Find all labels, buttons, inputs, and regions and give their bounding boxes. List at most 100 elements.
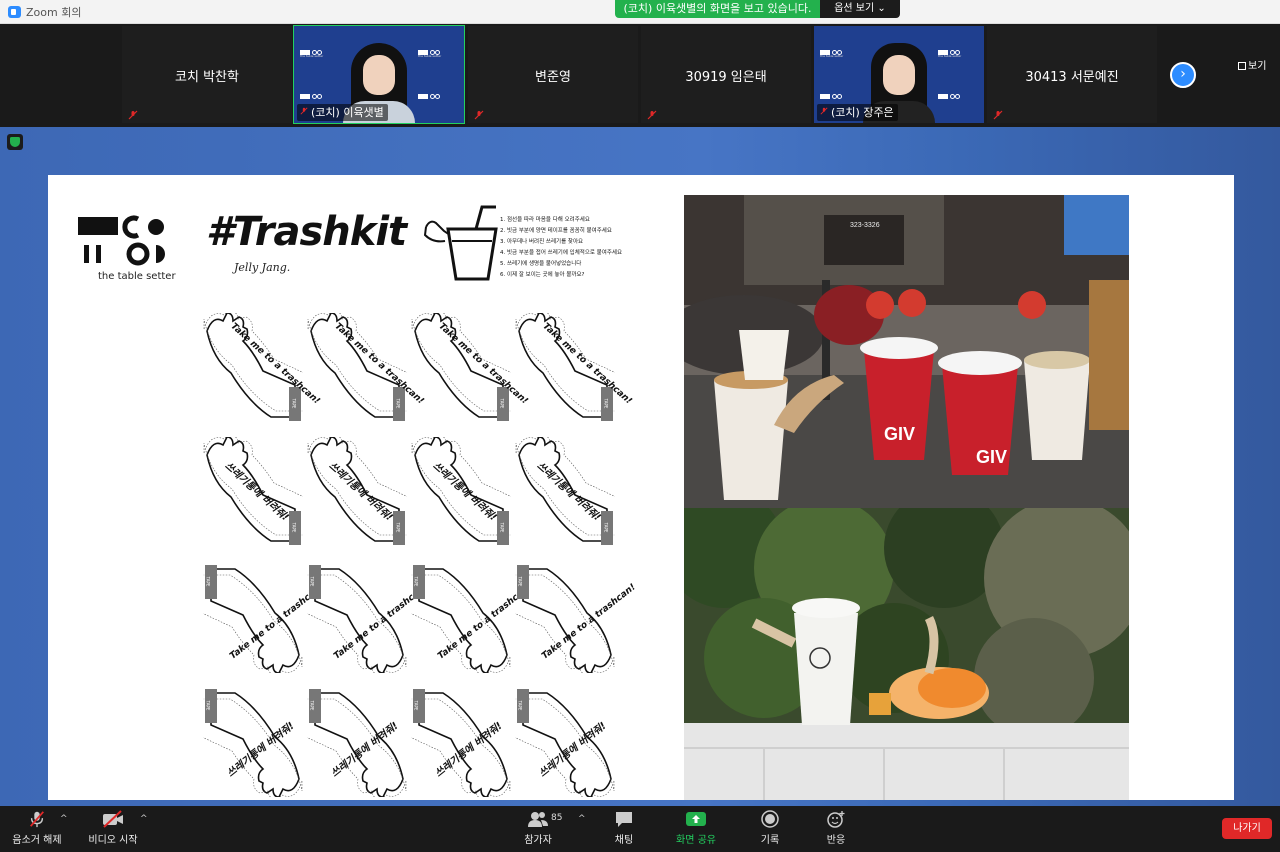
participant-name: 변준영 <box>535 70 571 85</box>
zoom-window: { "window": {"title": "Zoom 회의"}, "banne… <box>0 0 1280 852</box>
tape-label: TAPE <box>291 522 297 533</box>
hand-sticker: Take me to a trashcan! TAPE <box>305 561 430 676</box>
video-options-caret[interactable]: ^ <box>140 814 148 824</box>
start-video-label: 비디오 시작 <box>88 835 138 846</box>
instruction-step: 2. 빗금 부분에 양면 테이프를 꼼꼼히 붙여주세요 <box>500 228 612 234</box>
hand-sticker: 쓰레기통에 버려줘! TAPE <box>513 685 615 800</box>
chat-button[interactable]: 채팅 <box>610 810 638 846</box>
reactions-button[interactable]: 반응 <box>822 810 850 846</box>
tape-label: TAPE <box>499 398 505 409</box>
participant-tile[interactable]: 30919 임은태 <box>641 26 811 123</box>
photo-text: GIV <box>976 447 1007 467</box>
backdrop-logo <box>418 84 460 104</box>
hand-sticker: 쓰레기통에 버려줘! TAPE <box>307 434 409 549</box>
tape-label: TAPE <box>517 576 523 587</box>
tape-label: TAPE <box>603 398 609 409</box>
participants-options-caret[interactable]: ^ <box>578 814 586 824</box>
instruction-step: 6. 이제 잘 보이는 곳에 놓아 볼까요? <box>500 272 585 278</box>
share-screen-button[interactable]: 화면 공유 <box>674 810 718 846</box>
video-off-icon <box>103 810 123 828</box>
muted-mic-icon <box>300 107 308 115</box>
hand-sticker: Take me to a trashcan! TAPE <box>513 561 638 676</box>
tape-label: TAPE <box>291 398 297 409</box>
participant-name: 코치 박찬학 <box>175 70 239 85</box>
tape-label: TAPE <box>205 576 211 587</box>
hand-sticker: 쓰레기통에 버려줘! TAPE <box>409 685 511 800</box>
participant-tile[interactable]: 코치 박찬학 <box>122 26 292 123</box>
hand-outline-icon <box>305 689 407 800</box>
hand-sticker: Take me to a trashcan! TAPE <box>515 310 633 425</box>
record-label: 기록 <box>760 835 780 846</box>
participant-name-label: (코치) 이육샛별 <box>297 104 388 121</box>
participant-count: 85 <box>551 813 563 823</box>
participant-name: 30919 임은태 <box>685 70 767 85</box>
cup-with-hand-icon <box>424 205 498 281</box>
photo-text: 323-3326 <box>850 222 880 229</box>
instruction-step: 4. 빗금 부분을 접어 쓰레기에 입체적으로 붙여주세요 <box>500 250 622 256</box>
tape-label: TAPE <box>413 700 419 711</box>
tape-label: TAPE <box>205 700 211 711</box>
title-bar: Zoom 회의 (코치) 이육샛별의 화면을 보고 있습니다. 옵션 보기 ⌄ <box>0 0 1280 24</box>
participant-name: 30413 서문예진 <box>1025 70 1119 85</box>
hand-sticker: 쓰레기통에 버려줘! TAPE <box>411 434 513 549</box>
chat-label: 채팅 <box>614 835 634 846</box>
tape-label: TAPE <box>413 576 419 587</box>
muted-mic-icon <box>993 110 1003 120</box>
instructions-list: 1. 점선을 따라 마음을 다해 오려주세요 2. 빗금 부분에 양면 테이프를… <box>500 215 622 281</box>
participants-icon <box>528 812 548 827</box>
brand-caption: the table setter <box>98 271 176 282</box>
hand-sticker: Take me to a trashcan! TAPE <box>411 310 529 425</box>
shield-icon[interactable] <box>7 134 23 150</box>
tape-label: TAPE <box>395 398 401 409</box>
tape-label: TAPE <box>517 700 523 711</box>
hand-sticker: Take me to a trashcan! TAPE <box>409 561 534 676</box>
record-icon <box>761 810 779 828</box>
view-options-button[interactable]: 옵션 보기 ⌄ <box>820 0 900 18</box>
sticker-sheet: Take me to a trashcan! TAPE Take me to a t… <box>201 310 638 800</box>
screen-share-banner: (코치) 이육샛별의 화면을 보고 있습니다. <box>615 0 820 18</box>
leave-meeting-button[interactable]: 나가기 <box>1222 818 1272 839</box>
slide-author: Jelly Jang. <box>234 261 291 274</box>
emoji-icon <box>827 811 845 828</box>
muted-mic-icon <box>128 110 138 120</box>
slide-title: #Trashkit <box>206 209 407 255</box>
audio-options-caret[interactable]: ^ <box>60 814 68 824</box>
shared-slide: the table setter #Trashkit Jelly Jang. 1… <box>48 175 1234 800</box>
participants-label: 참가자 <box>524 835 552 846</box>
chevron-right-icon: › <box>1180 66 1186 82</box>
hand-sticker: 쓰레기통에 버려줘! TAPE <box>515 434 617 549</box>
participant-tile[interactable]: 변준영 <box>468 26 638 123</box>
reactions-label: 반응 <box>826 835 846 846</box>
instruction-step: 3. 아무데나 버려진 쓰레기를 찾아요 <box>500 239 584 245</box>
share-screen-label: 화면 공유 <box>676 835 716 846</box>
backdrop-logo: the table setter <box>938 40 980 60</box>
unmute-label: 음소거 해제 <box>12 835 62 846</box>
record-button[interactable]: 기록 <box>756 810 784 846</box>
zoom-logo-icon <box>8 6 21 18</box>
tape-label: TAPE <box>309 700 315 711</box>
backdrop-logo <box>300 84 342 104</box>
participant-tile[interactable]: 30413 서문예진 <box>987 26 1157 123</box>
grid-view-icon <box>1238 62 1246 70</box>
shared-screen: the table setter #Trashkit Jelly Jang. 1… <box>0 127 1280 806</box>
backdrop-logo: the table setter <box>418 40 460 60</box>
hand-outline-icon <box>409 689 511 800</box>
hand-sticker: 쓰레기통에 버려줘! TAPE <box>203 434 305 549</box>
tape-label: TAPE <box>499 522 505 533</box>
participant-video-tile[interactable]: the table setter the table setter (코치) 장… <box>814 26 984 123</box>
participant-name-label: (코치) 장주은 <box>817 104 898 121</box>
participant-video-tile[interactable]: the table setter the table setter (코치) 이… <box>293 25 465 124</box>
unmute-button[interactable]: 음소거 해제 <box>10 810 64 846</box>
start-video-button[interactable]: 비디오 시작 <box>86 810 140 846</box>
muted-mic-icon <box>647 110 657 120</box>
next-page-button[interactable]: › <box>1170 62 1196 88</box>
participant-gallery: 코치 박찬학 the table setter the table setter… <box>0 24 1280 126</box>
view-button[interactable]: 보기 <box>1238 57 1266 72</box>
window-title: Zoom 회의 <box>26 6 82 19</box>
muted-mic-icon <box>820 107 828 115</box>
muted-mic-icon <box>30 811 44 828</box>
meeting-toolbar: 음소거 해제 ^ 비디오 시작 ^ 참가자 85 ^ 채팅 화면 공유 기록 반… <box>0 806 1280 852</box>
photo-text: GIV <box>884 424 915 444</box>
tape-label: TAPE <box>309 576 315 587</box>
muted-mic-icon <box>474 110 484 120</box>
